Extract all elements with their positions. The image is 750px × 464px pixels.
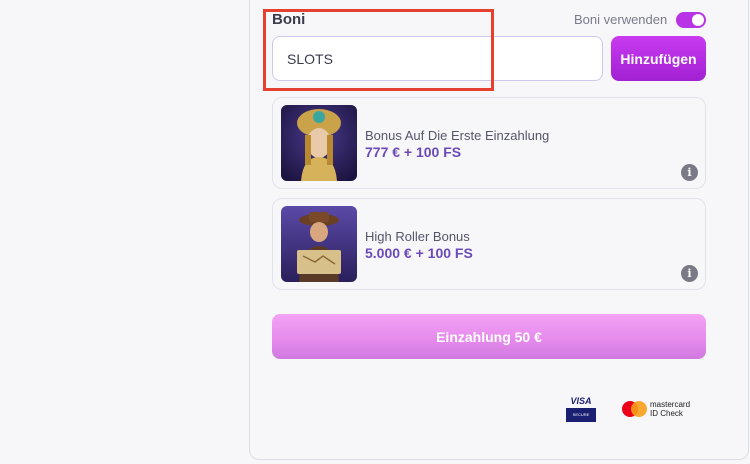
bonus-thumbnail-image xyxy=(281,105,357,181)
info-icon[interactable]: i xyxy=(681,164,698,181)
bonus-section-title: Boni xyxy=(272,11,306,28)
bonus-name: Bonus Auf Die Erste Einzahlung xyxy=(365,128,550,143)
bonus-card-first-deposit[interactable]: Bonus Auf Die Erste Einzahlung 777 € + 1… xyxy=(272,97,706,189)
mastercard-id-check-logo: mastercard ID Check xyxy=(622,400,702,420)
mastercard-orange-circle xyxy=(631,401,647,417)
add-bonus-button[interactable]: Hinzufügen xyxy=(611,36,706,81)
toggle-knob xyxy=(692,14,704,26)
use-bonus-toggle-label: Boni verwenden xyxy=(574,12,668,27)
deposit-button[interactable]: Einzahlung 50 € xyxy=(272,314,706,359)
visa-secure-logo: VISA SECURE xyxy=(566,394,596,423)
bonus-value: 777 € + 100 FS xyxy=(365,144,462,160)
bonus-name: High Roller Bonus xyxy=(365,229,470,244)
bonus-value: 5.000 € + 100 FS xyxy=(365,245,473,261)
bonus-card-high-roller[interactable]: High Roller Bonus 5.000 € + 100 FS i xyxy=(272,198,706,290)
bonus-thumbnail-image xyxy=(281,206,357,282)
bonus-code-input[interactable] xyxy=(272,36,603,81)
use-bonus-toggle[interactable] xyxy=(676,12,706,28)
info-icon[interactable]: i xyxy=(681,265,698,282)
